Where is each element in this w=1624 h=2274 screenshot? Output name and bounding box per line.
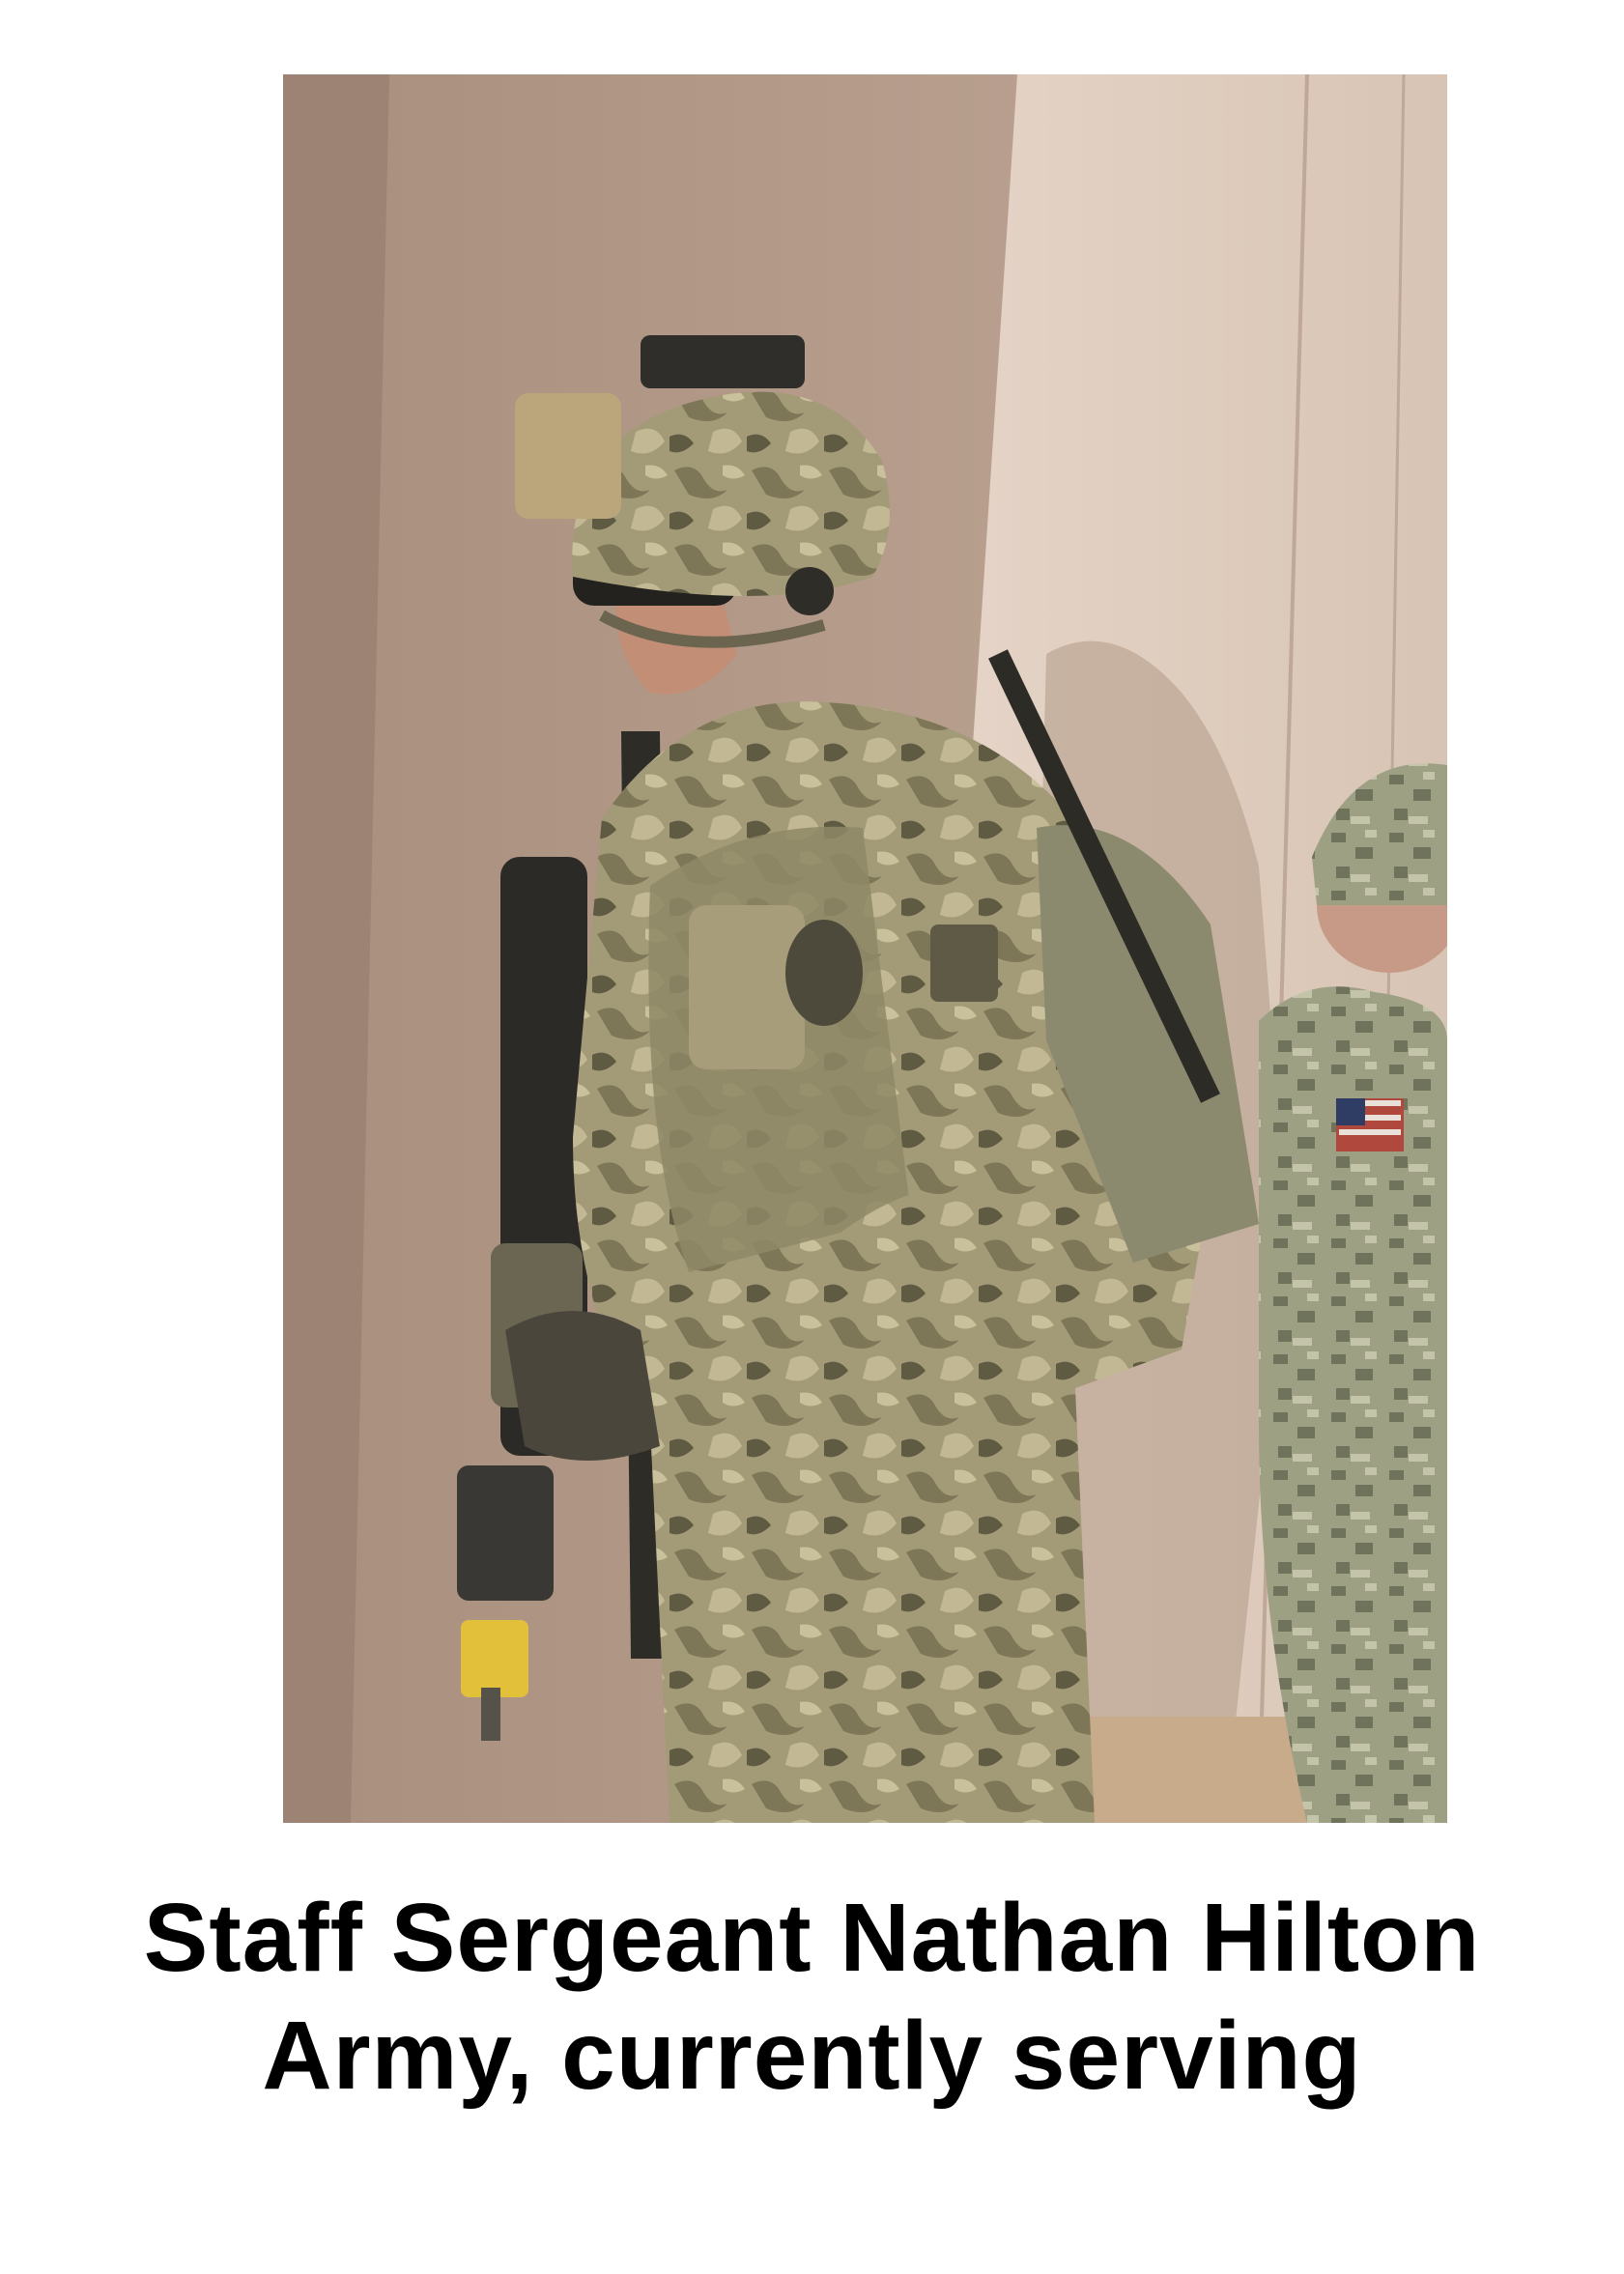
photo-caption: Staff Sergeant Nathan Hilton Army, curre…	[0, 1879, 1624, 2115]
caption-service-status: Army, currently serving	[262, 2002, 1362, 2110]
caption-name-rank: Staff Sergeant Nathan Hilton	[143, 1884, 1481, 1992]
soldier-photo-illustration	[283, 74, 1447, 1823]
soldier-photo	[283, 74, 1447, 1823]
